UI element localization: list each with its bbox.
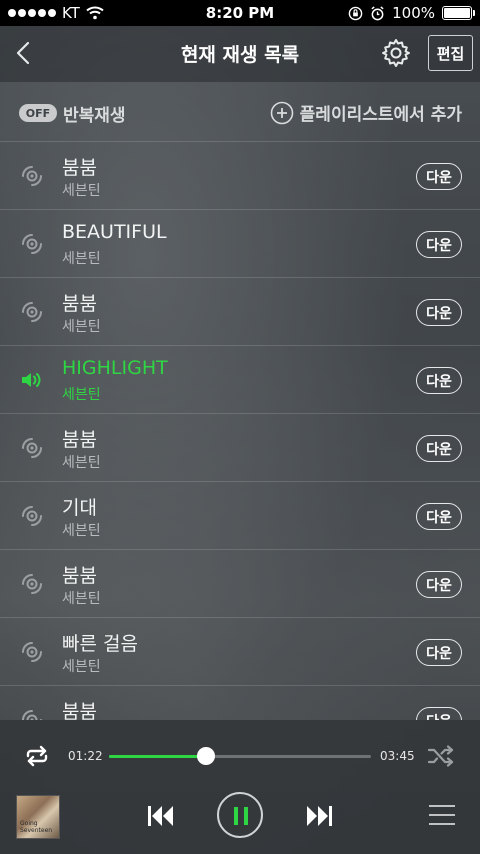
track-row[interactable]: 붐붐세븐틴 다운 bbox=[0, 278, 480, 346]
download-button[interactable]: 다운 bbox=[416, 707, 462, 720]
repeat-icon[interactable] bbox=[22, 744, 52, 768]
seek-knob[interactable] bbox=[196, 747, 215, 765]
skip-next-icon[interactable] bbox=[304, 803, 334, 829]
download-button[interactable]: 다운 bbox=[416, 571, 462, 598]
track-row[interactable]: 붐붐세븐틴 다운 bbox=[0, 414, 480, 482]
download-button[interactable]: 다운 bbox=[416, 639, 462, 666]
header: 현재 재생 목록 편집 bbox=[0, 26, 480, 82]
track-row[interactable]: 붐붐세븐틴 다운 bbox=[0, 142, 480, 210]
track-artist: 세븐틴 bbox=[62, 319, 101, 335]
track-artist: 세븐틴 bbox=[62, 251, 101, 267]
music-note-icon bbox=[20, 300, 44, 324]
alarm-icon bbox=[371, 5, 384, 20]
battery-icon bbox=[442, 6, 475, 20]
track-title: 붐붐 bbox=[62, 429, 97, 451]
track-artist: 세븐틴 bbox=[62, 523, 101, 539]
edit-button[interactable]: 편집 bbox=[428, 35, 473, 71]
track-title: 빠른 걸음 bbox=[62, 633, 138, 655]
total-time: 03:45 bbox=[380, 749, 415, 763]
gear-icon[interactable] bbox=[380, 37, 412, 69]
track-row[interactable]: BEAUTIFUL 세븐틴 다운 bbox=[0, 210, 480, 278]
menu-icon[interactable] bbox=[429, 804, 455, 826]
download-button[interactable]: 다운 bbox=[416, 231, 462, 258]
album-art-text: Going Seventeen bbox=[20, 820, 53, 834]
add-from-playlist-label: 플레이리스트에서 추가 bbox=[299, 105, 462, 125]
track-row[interactable]: HIGHLIGHT 세븐틴 다운 bbox=[0, 346, 480, 414]
track-artist: 세븐틴 bbox=[62, 591, 101, 607]
battery-percent: 100% bbox=[392, 4, 435, 22]
pause-button[interactable] bbox=[217, 792, 263, 838]
seek-bar[interactable] bbox=[109, 747, 371, 765]
plus-circle-icon bbox=[270, 101, 293, 124]
rotation-lock-icon bbox=[348, 6, 363, 20]
track-title: 붐붐 bbox=[62, 157, 97, 179]
track-artist: 세븐틴 bbox=[62, 183, 101, 199]
music-note-icon bbox=[20, 164, 44, 188]
download-button[interactable]: 다운 bbox=[416, 503, 462, 530]
repeat-bar: OFF 반복재생 플레이리스트에서 추가 bbox=[0, 82, 480, 142]
music-note-icon bbox=[20, 504, 44, 528]
track-title: 기대 bbox=[62, 497, 97, 519]
player-controls: Going Seventeen bbox=[0, 792, 480, 854]
track-row[interactable]: 빠른 걸음세븐틴 다운 bbox=[0, 618, 480, 686]
download-button[interactable]: 다운 bbox=[416, 163, 462, 190]
track-title: BEAUTIFUL bbox=[62, 221, 167, 243]
repeat-label: 반복재생 bbox=[63, 106, 126, 126]
music-note-icon bbox=[20, 232, 44, 256]
music-note-icon bbox=[20, 640, 44, 664]
status-bar: KT 8:20 PM 100% bbox=[0, 0, 480, 26]
track-list[interactable]: 붐붐 세븐틴 다운 BEAUTIFUL 세븐틴 다운 붐붐 세븐틴 다운 HIGHLIGHT 세븐틴… bbox=[0, 142, 480, 720]
music-note-icon bbox=[20, 572, 44, 596]
progress-area: 01:22 03:45 bbox=[0, 720, 480, 792]
album-art[interactable]: Going Seventeen bbox=[16, 795, 60, 839]
seek-fill bbox=[109, 755, 206, 758]
track-row[interactable]: 기대세븐틴 다운 bbox=[0, 482, 480, 550]
skip-previous-icon[interactable] bbox=[146, 803, 176, 829]
pause-icon bbox=[234, 807, 248, 825]
track-title: 붐붐 bbox=[62, 565, 97, 587]
current-time: 01:22 bbox=[68, 749, 103, 763]
track-row[interactable]: 붐붐세븐틴 다운 bbox=[0, 550, 480, 618]
music-note-icon bbox=[20, 436, 44, 460]
add-from-playlist-button[interactable]: 플레이리스트에서 추가 bbox=[270, 100, 462, 125]
download-button[interactable]: 다운 bbox=[416, 435, 462, 462]
track-artist: 세븐틴 bbox=[62, 387, 101, 403]
repeat-toggle[interactable]: OFF bbox=[19, 104, 57, 122]
track-row[interactable]: 붐붐세븐틴다운 bbox=[0, 686, 480, 720]
track-title: HIGHLIGHT bbox=[62, 357, 168, 379]
track-artist: 세븐틴 bbox=[62, 659, 101, 675]
track-title: 붐붐 bbox=[62, 293, 97, 315]
track-artist: 세븐틴 bbox=[62, 455, 101, 471]
music-note-icon bbox=[20, 708, 44, 720]
speaker-icon bbox=[20, 368, 44, 392]
download-button[interactable]: 다운 bbox=[416, 367, 462, 394]
shuffle-icon[interactable] bbox=[426, 744, 456, 768]
download-button[interactable]: 다운 bbox=[416, 299, 462, 326]
track-title: 붐붐 bbox=[62, 701, 97, 720]
